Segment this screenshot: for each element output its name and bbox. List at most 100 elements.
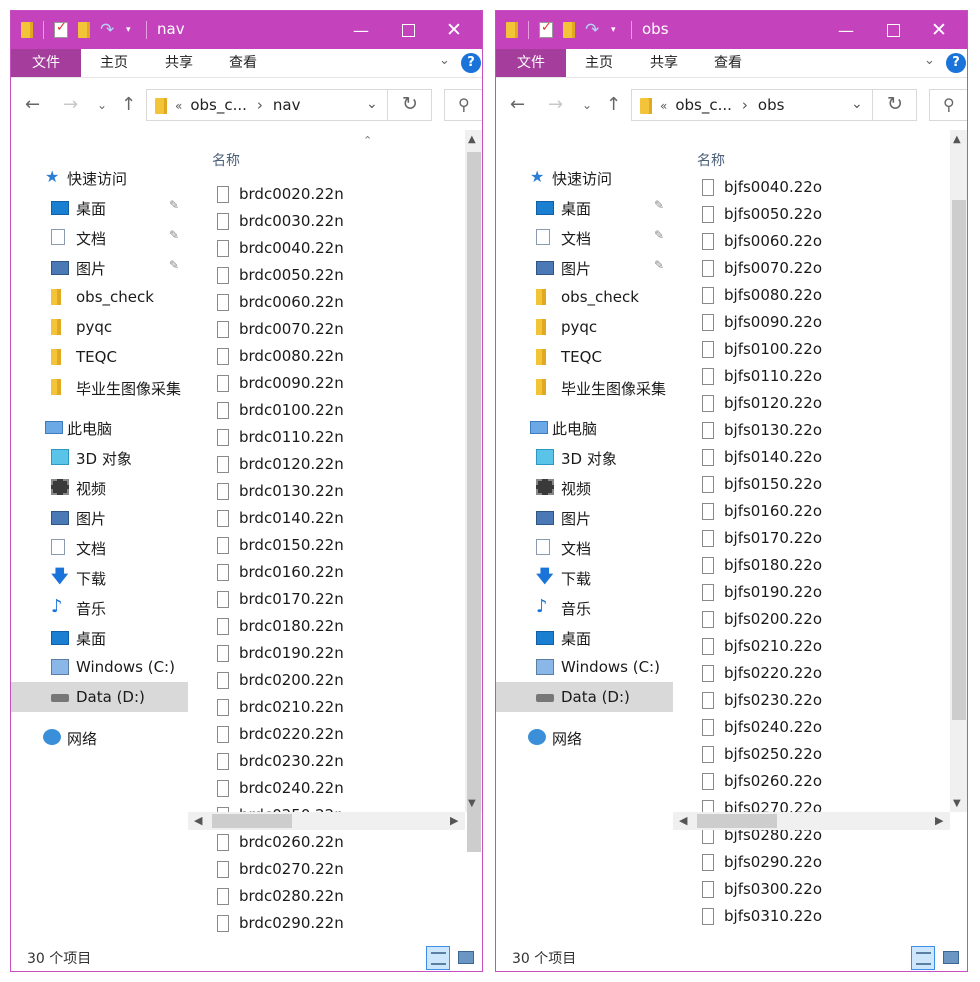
address-bar[interactable]: « obs_c... › nav ⌄ ↻	[146, 89, 432, 121]
pin-icon[interactable]: ✎	[169, 258, 179, 272]
nav-network[interactable]: 网络	[496, 722, 673, 752]
maximize-button[interactable]	[385, 11, 431, 49]
vertical-scrollbar[interactable]: ▲ ▼	[950, 130, 967, 812]
nav-item[interactable]: 视频	[496, 472, 673, 502]
nav-quick-access[interactable]: ★ 快速访问	[11, 162, 188, 192]
nav-this-pc[interactable]: 此电脑	[11, 412, 188, 442]
scroll-down-icon[interactable]: ▼	[468, 798, 476, 809]
nav-item[interactable]: 文档	[11, 532, 188, 562]
customize-dropdown-icon[interactable]: ▾	[611, 25, 621, 35]
address-bar[interactable]: « obs_c... › obs ⌄ ↻	[631, 89, 917, 121]
new-folder-icon[interactable]	[78, 22, 90, 38]
nav-this-pc[interactable]: 此电脑	[496, 412, 673, 442]
pin-icon[interactable]: ✎	[169, 198, 179, 212]
horizontal-scroll-thumb[interactable]	[697, 814, 777, 828]
scroll-up-icon[interactable]: ▲	[953, 134, 961, 145]
nav-item[interactable]: Windows (C:)	[11, 652, 188, 682]
minimize-button[interactable]: —	[823, 11, 869, 49]
large-icons-view-button[interactable]	[939, 946, 963, 970]
forward-icon[interactable]: →	[63, 94, 78, 115]
nav-item[interactable]: 图片	[11, 502, 188, 532]
up-icon[interactable]: ↑	[606, 94, 621, 115]
large-icons-view-button[interactable]	[454, 946, 478, 970]
scroll-right-icon[interactable]: ▶	[450, 814, 458, 827]
scroll-right-icon[interactable]: ▶	[935, 814, 943, 827]
nav-item[interactable]: ♪ 音乐	[11, 592, 188, 622]
new-folder-icon[interactable]	[563, 22, 575, 38]
minimize-button[interactable]: —	[338, 11, 384, 49]
nav-item[interactable]: pyqc	[496, 312, 673, 342]
column-header-name[interactable]: 名称	[697, 150, 725, 170]
vertical-scroll-thumb[interactable]	[952, 200, 966, 720]
scroll-left-icon[interactable]: ◀	[679, 814, 687, 827]
address-dropdown-icon[interactable]: ⌄	[851, 96, 863, 112]
horizontal-scrollbar[interactable]: ◀ ▶	[188, 812, 465, 830]
help-icon[interactable]: ?	[461, 53, 481, 73]
details-view-button[interactable]	[426, 946, 450, 970]
vertical-scroll-thumb[interactable]	[467, 152, 481, 852]
help-icon[interactable]: ?	[946, 53, 966, 73]
breadcrumb-parent[interactable]: obs_c...	[675, 96, 732, 114]
nav-network[interactable]: 网络	[11, 722, 188, 752]
back-icon[interactable]: ←	[25, 94, 40, 115]
nav-item[interactable]: pyqc	[11, 312, 188, 342]
breadcrumb-current[interactable]: obs	[758, 96, 785, 114]
nav-item[interactable]: 桌面	[11, 622, 188, 652]
breadcrumb-overflow-icon[interactable]: «	[175, 99, 182, 113]
nav-item[interactable]: 文档 ✎	[496, 222, 673, 252]
nav-item[interactable]: ♪ 音乐	[496, 592, 673, 622]
nav-item[interactable]: 图片	[496, 502, 673, 532]
maximize-button[interactable]	[870, 11, 916, 49]
nav-item[interactable]: 文档	[496, 532, 673, 562]
nav-item[interactable]: obs_check	[11, 282, 188, 312]
undo-icon[interactable]: ↷	[100, 22, 116, 39]
nav-item[interactable]: TEQC	[496, 342, 673, 372]
nav-item[interactable]: TEQC	[11, 342, 188, 372]
refresh-icon[interactable]: ↻	[402, 93, 418, 115]
nav-item[interactable]: 图片 ✎	[11, 252, 188, 282]
scroll-left-icon[interactable]: ◀	[194, 814, 202, 827]
expand-ribbon-icon[interactable]: ⌄	[924, 53, 935, 68]
recent-locations-icon[interactable]: ⌄	[582, 98, 592, 112]
properties-icon[interactable]	[54, 20, 68, 38]
search-box[interactable]: ⚲	[929, 89, 967, 121]
nav-item[interactable]: Data (D:)	[496, 682, 673, 712]
tab-file[interactable]: 文件	[11, 49, 81, 77]
up-icon[interactable]: ↑	[121, 94, 136, 115]
undo-icon[interactable]: ↷	[585, 22, 601, 39]
tab-file[interactable]: 文件	[496, 49, 566, 77]
nav-quick-access[interactable]: ★ 快速访问	[496, 162, 673, 192]
recent-locations-icon[interactable]: ⌄	[97, 98, 107, 112]
horizontal-scroll-thumb[interactable]	[212, 814, 292, 828]
pin-icon[interactable]: ✎	[169, 228, 179, 242]
nav-item[interactable]: obs_check	[496, 282, 673, 312]
details-view-button[interactable]	[911, 946, 935, 970]
breadcrumb-current[interactable]: nav	[273, 96, 301, 114]
refresh-icon[interactable]: ↻	[887, 93, 903, 115]
properties-icon[interactable]	[539, 20, 553, 38]
nav-item[interactable]: Data (D:)	[11, 682, 188, 712]
close-button[interactable]: ✕	[431, 11, 477, 49]
scroll-up-icon[interactable]: ▲	[468, 134, 476, 145]
tab-home[interactable]: 主页	[566, 49, 632, 77]
nav-item[interactable]: 3D 对象	[11, 442, 188, 472]
breadcrumb-parent[interactable]: obs_c...	[190, 96, 247, 114]
tab-share[interactable]: 共享	[147, 49, 211, 77]
nav-item[interactable]: 毕业生图像采集	[11, 372, 188, 402]
close-button[interactable]: ✕	[916, 11, 962, 49]
vertical-scrollbar[interactable]: ▲ ▼	[465, 130, 482, 852]
nav-item[interactable]: 文档 ✎	[11, 222, 188, 252]
customize-dropdown-icon[interactable]: ▾	[126, 25, 136, 35]
pin-icon[interactable]: ✎	[654, 228, 664, 242]
nav-item[interactable]: 毕业生图像采集	[496, 372, 673, 402]
scroll-down-icon[interactable]: ▼	[953, 798, 961, 809]
column-header-name[interactable]: 名称	[212, 150, 240, 170]
expand-ribbon-icon[interactable]: ⌄	[439, 53, 450, 68]
nav-item[interactable]: 🡇 下载	[11, 562, 188, 592]
forward-icon[interactable]: →	[548, 94, 563, 115]
back-icon[interactable]: ←	[510, 94, 525, 115]
tab-home[interactable]: 主页	[81, 49, 147, 77]
nav-item[interactable]: 桌面	[496, 622, 673, 652]
nav-item[interactable]: 视频	[11, 472, 188, 502]
address-dropdown-icon[interactable]: ⌄	[366, 96, 378, 112]
